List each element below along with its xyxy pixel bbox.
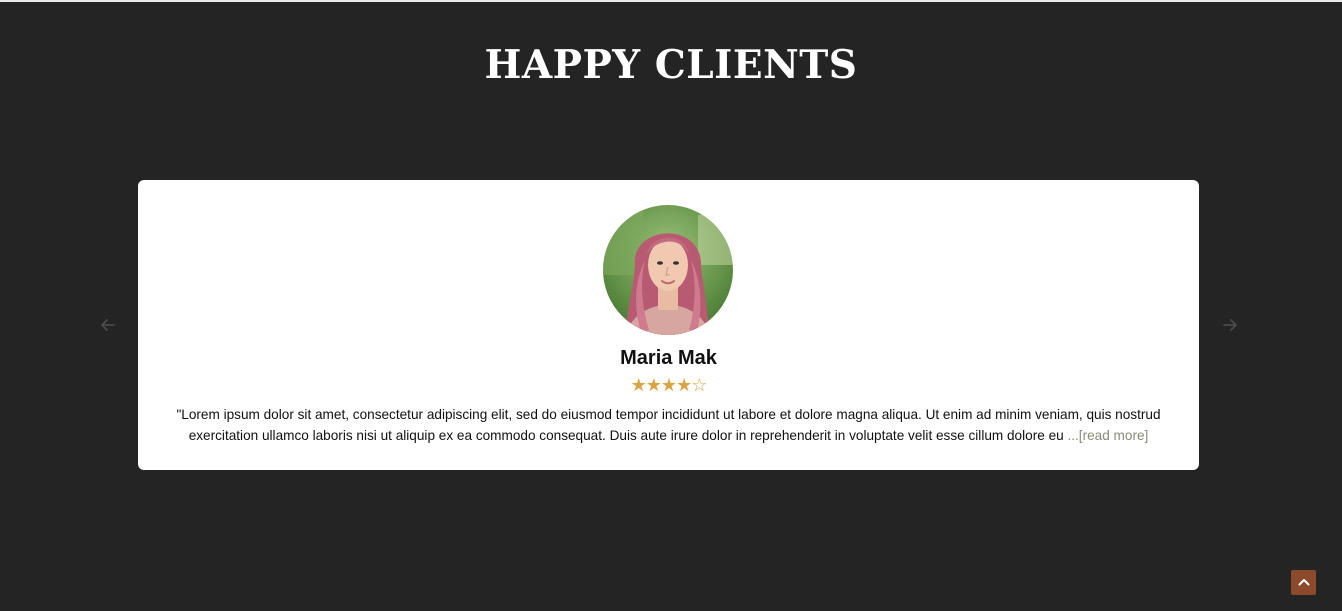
section-title: HAPPY CLIENTS <box>484 42 858 88</box>
read-more-link[interactable]: ...[read more] <box>1067 428 1148 443</box>
star-rating: ★★★★☆ <box>630 375 708 396</box>
carousel-next-button[interactable] <box>1220 315 1240 335</box>
client-photo <box>603 205 733 335</box>
scroll-to-top-button[interactable] <box>1291 570 1316 595</box>
carousel-prev-button[interactable] <box>98 315 118 335</box>
review-text: "Lorem ipsum dolor sit amet, consectetur… <box>158 404 1179 446</box>
client-avatar <box>603 205 733 335</box>
chevron-up-icon <box>1298 579 1309 586</box>
arrow-left-icon <box>101 319 115 331</box>
testimonial-card: Maria Mak ★★★★☆ "Lorem ipsum dolor sit a… <box>138 180 1199 470</box>
review-body: "Lorem ipsum dolor sit amet, consectetur… <box>176 407 1161 443</box>
arrow-right-icon <box>1223 319 1237 331</box>
client-name: Maria Mak <box>620 347 717 369</box>
